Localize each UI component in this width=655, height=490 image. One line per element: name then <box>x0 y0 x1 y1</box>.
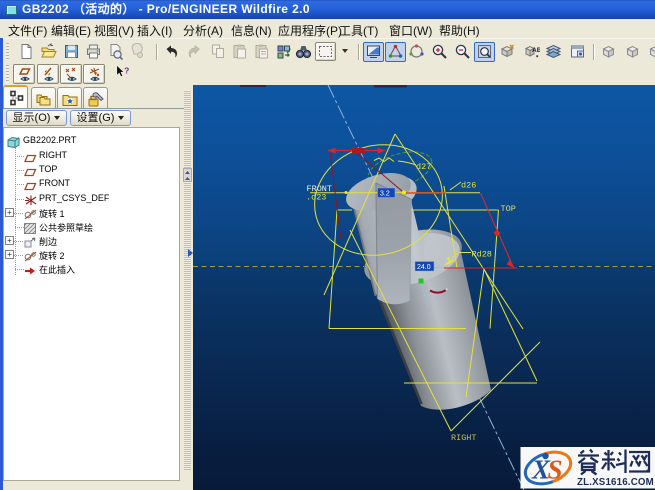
svg-text:?: ? <box>124 65 129 75</box>
svg-text:Rd28: Rd28 <box>472 250 492 260</box>
svg-text:d27: d27 <box>416 162 431 172</box>
svg-text:RIGHT: RIGHT <box>451 433 477 443</box>
svg-text:TOP: TOP <box>501 204 516 214</box>
svg-text:d26: d26 <box>461 181 476 191</box>
svg-text:.d23: .d23 <box>306 193 326 203</box>
svg-text:AB: AB <box>532 47 540 54</box>
svg-text:24.0: 24.0 <box>417 264 431 271</box>
svg-text:3.2: 3.2 <box>380 191 390 198</box>
svg-text:S: S <box>548 455 563 485</box>
svg-text:FRONT: FRONT <box>307 184 333 194</box>
svg-text:ZL.XS1616.COM: ZL.XS1616.COM <box>577 477 654 488</box>
